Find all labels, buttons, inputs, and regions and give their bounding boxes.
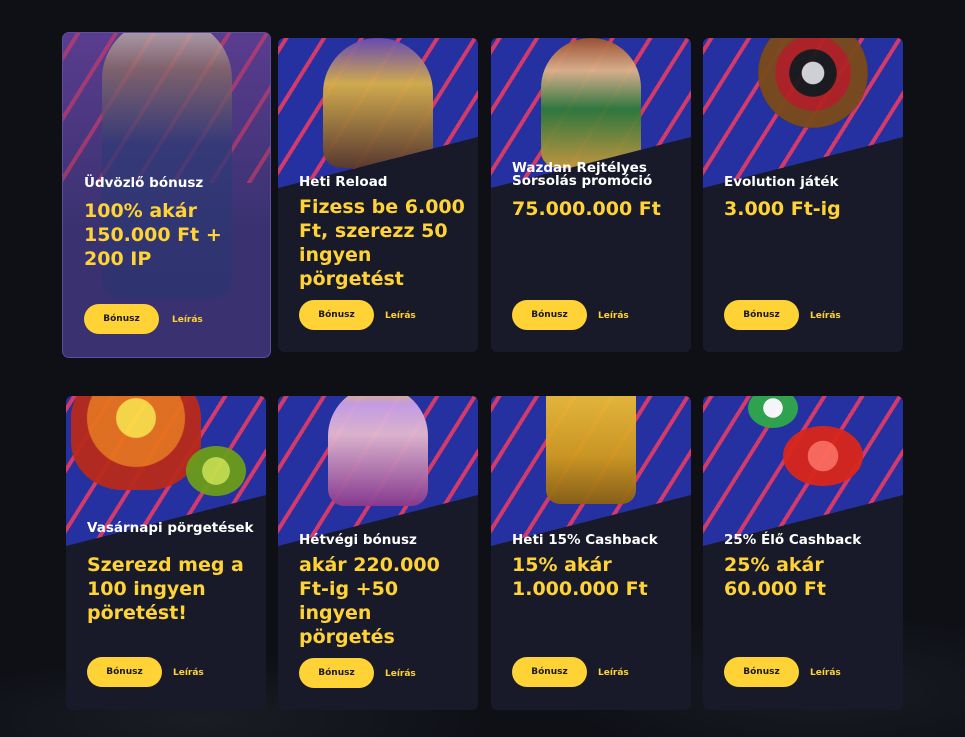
card-promo: 100% akár 150.000 Ft + 200 IP xyxy=(84,200,222,270)
bonus-button[interactable]: Bónusz xyxy=(724,657,799,687)
description-link[interactable]: Leírás xyxy=(598,668,629,678)
card-promo: 3.000 Ft-ig xyxy=(724,198,841,220)
promo-card-evolution[interactable]: Evolution játék 3.000 Ft-ig Bónusz Leírá… xyxy=(703,38,903,352)
description-link[interactable]: Leírás xyxy=(173,668,204,678)
card-banner xyxy=(491,396,691,546)
card-promo: 25% akár 60.000 Ft xyxy=(724,554,826,600)
card-banner xyxy=(278,38,478,188)
bonus-button[interactable]: Bónusz xyxy=(299,658,374,688)
card-promo: 15% akár 1.000.000 Ft xyxy=(512,554,648,600)
bonus-button[interactable]: Bónusz xyxy=(512,657,587,687)
bonus-button[interactable]: Bónusz xyxy=(512,300,587,330)
description-link[interactable]: Leírás xyxy=(385,669,416,679)
card-banner xyxy=(703,396,903,546)
warrior-woman-character-icon xyxy=(541,38,641,168)
card-title: Heti Reload xyxy=(299,174,388,190)
promo-card-weekend-bonus[interactable]: Hétvégi bónusz akár 220.000 Ft-ig +50 in… xyxy=(278,396,478,710)
owl-character-icon xyxy=(186,446,246,496)
promo-card-sunday-spins[interactable]: Vasárnapi pörgetések Szerezd meg a 100 i… xyxy=(66,396,266,710)
red-chip-icon xyxy=(783,426,863,486)
card-title: Üdvözlő bónusz xyxy=(84,175,204,191)
card-banner xyxy=(278,396,478,546)
bonus-button[interactable]: Bónusz xyxy=(299,300,374,330)
card-title: Vasárnapi pörgetések xyxy=(87,520,254,536)
pirate-character-icon xyxy=(323,38,433,168)
card-promo: Fizess be 6.000 Ft, szerezz 50 ingyen pö… xyxy=(299,196,465,290)
promo-card-welcome[interactable]: Üdvözlő bónusz 100% akár 150.000 Ft + 20… xyxy=(63,33,270,357)
description-link[interactable]: Leírás xyxy=(172,315,203,325)
robot-character-icon xyxy=(546,396,636,504)
card-promo: akár 220.000 Ft-ig +50 ingyen pörgetés xyxy=(299,554,440,648)
card-title: Wazdan Rejtélyes Sorsolás promóció xyxy=(512,160,653,189)
bear-character-icon xyxy=(71,396,201,490)
description-link[interactable]: Leírás xyxy=(385,311,416,321)
promo-card-live-cashback[interactable]: 25% Élő Cashback 25% akár 60.000 Ft Bónu… xyxy=(703,396,903,710)
card-banner xyxy=(703,38,903,188)
card-title: 25% Élő Cashback xyxy=(724,532,862,548)
bonus-button[interactable]: Bónusz xyxy=(84,304,159,334)
card-promo: Szerezd meg a 100 ingyen pöretést! xyxy=(87,554,244,624)
card-title: Hétvégi bónusz xyxy=(299,532,417,548)
card-promo: 75.000.000 Ft xyxy=(512,198,661,220)
bonus-button[interactable]: Bónusz xyxy=(87,657,162,687)
promo-card-wazdan[interactable]: Wazdan Rejtélyes Sorsolás promóció 75.00… xyxy=(491,38,691,352)
description-link[interactable]: Leírás xyxy=(598,311,629,321)
description-link[interactable]: Leírás xyxy=(810,668,841,678)
card-title: Heti 15% Cashback xyxy=(512,532,658,548)
promo-card-weekly-cashback[interactable]: Heti 15% Cashback 15% akár 1.000.000 Ft … xyxy=(491,396,691,710)
queen-character-icon xyxy=(328,396,428,506)
card-title: Evolution játék xyxy=(724,174,839,190)
description-link[interactable]: Leírás xyxy=(810,311,841,321)
bonus-button[interactable]: Bónusz xyxy=(724,300,799,330)
promo-card-weekly-reload[interactable]: Heti Reload Fizess be 6.000 Ft, szerezz … xyxy=(278,38,478,352)
